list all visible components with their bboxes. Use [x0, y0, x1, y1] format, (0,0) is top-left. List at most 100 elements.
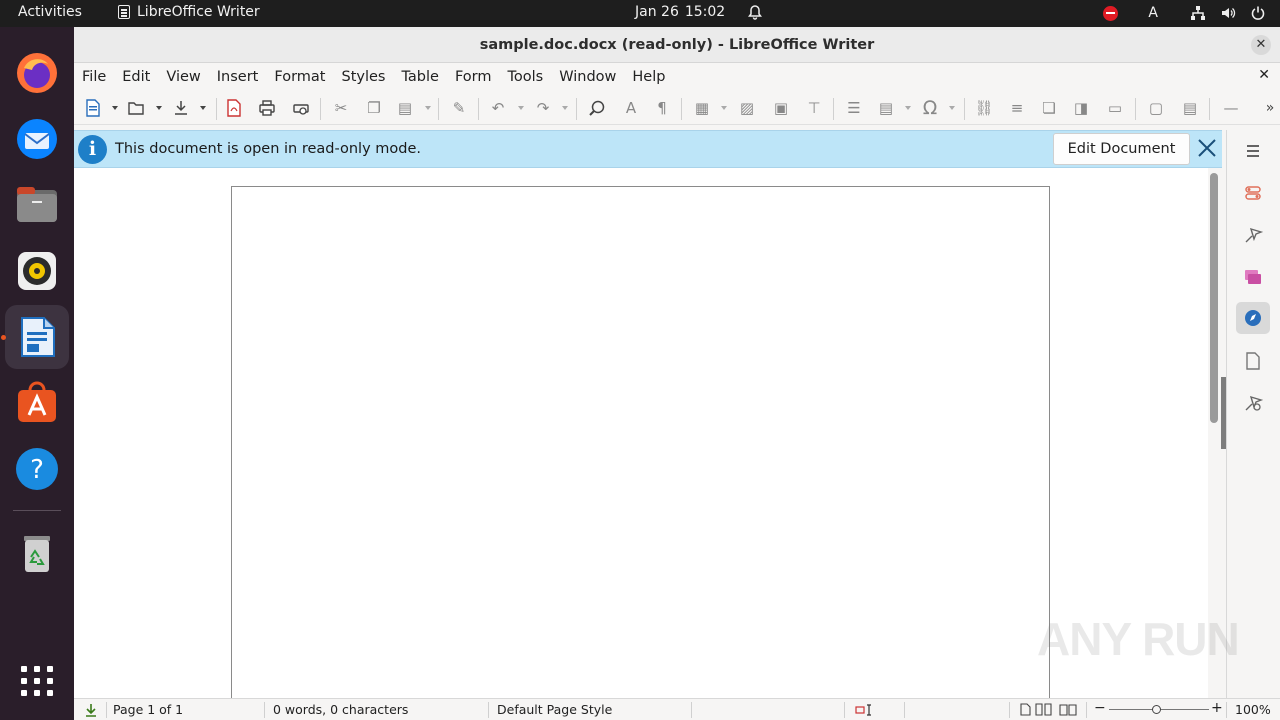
- cross-reference-icon[interactable]: ▭: [1105, 98, 1125, 118]
- sidebar-menu-icon[interactable]: [1240, 138, 1266, 164]
- volume-icon[interactable]: [1220, 5, 1236, 21]
- menu-help[interactable]: Help: [632, 69, 665, 85]
- print-preview-icon[interactable]: [291, 98, 311, 118]
- dock-trash[interactable]: [5, 521, 69, 585]
- zoom-in-button[interactable]: +: [1211, 700, 1223, 716]
- single-page-view-icon[interactable]: [1019, 703, 1031, 716]
- cut-icon[interactable]: ✂: [331, 98, 351, 118]
- insert-chart-icon[interactable]: ▣: [771, 98, 791, 118]
- word-count[interactable]: 0 words, 0 characters: [273, 702, 408, 717]
- watermark: ANY RUN: [1037, 613, 1240, 665]
- horizontal-line-icon[interactable]: —: [1221, 98, 1241, 118]
- dock-rhythmbox[interactable]: [5, 239, 69, 303]
- insert-table-icon[interactable]: ▦: [692, 98, 712, 118]
- field-dropdown-arrow[interactable]: [905, 106, 911, 110]
- find-replace-icon[interactable]: [587, 98, 607, 118]
- clone-formatting-icon[interactable]: ✎: [449, 98, 469, 118]
- new-document-icon[interactable]: [83, 98, 103, 118]
- toolbar-overflow-icon[interactable]: »: [1260, 98, 1280, 118]
- input-method-indicator[interactable]: A: [1148, 5, 1158, 21]
- open-dropdown-arrow[interactable]: [156, 106, 162, 110]
- footnote-icon[interactable]: ≡: [1007, 98, 1027, 118]
- undo-dropdown-arrow[interactable]: [518, 106, 524, 110]
- clock[interactable]: Jan 26 15:02: [635, 4, 763, 20]
- network-icon[interactable]: [1190, 5, 1206, 21]
- vertical-scrollbar[interactable]: [1210, 173, 1218, 423]
- zoom-slider-handle[interactable]: [1152, 705, 1161, 714]
- dock: ?: [0, 27, 74, 720]
- dock-app-center[interactable]: [5, 371, 69, 435]
- page-style[interactable]: Default Page Style: [497, 702, 612, 717]
- navigator-button[interactable]: [1236, 302, 1270, 334]
- insert-image-icon[interactable]: ▨: [737, 98, 757, 118]
- title-bar: sample.doc.docx (read-only) - LibreOffic…: [74, 27, 1280, 63]
- edit-document-button[interactable]: Edit Document: [1053, 133, 1190, 165]
- dock-help[interactable]: ?: [5, 437, 69, 501]
- formatting-marks-icon[interactable]: ¶: [652, 98, 672, 118]
- menu-edit[interactable]: Edit: [122, 69, 150, 85]
- redo-dropdown-arrow[interactable]: [562, 106, 568, 110]
- paste-dropdown-arrow[interactable]: [425, 106, 431, 110]
- menu-file[interactable]: File: [82, 69, 106, 85]
- page-icon[interactable]: [1240, 348, 1266, 374]
- menu-tools[interactable]: Tools: [508, 69, 544, 85]
- copy-icon[interactable]: ❐: [364, 98, 384, 118]
- multi-page-view-icon[interactable]: [1035, 703, 1053, 716]
- close-infobar-icon[interactable]: [1195, 136, 1219, 160]
- insert-field-icon[interactable]: ▤: [876, 98, 896, 118]
- book-view-icon[interactable]: [1059, 703, 1077, 716]
- dock-thunderbird[interactable]: [5, 107, 69, 171]
- special-character-icon[interactable]: Ω: [920, 97, 940, 119]
- dock-firefox[interactable]: [5, 41, 69, 105]
- selection-mode-icon[interactable]: [855, 704, 877, 716]
- toolbar-separator: [1135, 98, 1136, 120]
- close-document-button[interactable]: ✕: [1258, 67, 1270, 83]
- insert-text-box-icon[interactable]: ⊤: [804, 98, 824, 118]
- save-dropdown-arrow[interactable]: [200, 106, 206, 110]
- window-close-button[interactable]: ✕: [1251, 35, 1271, 55]
- save-icon[interactable]: [171, 98, 191, 118]
- navigator-icon: [1245, 310, 1261, 326]
- zoom-level[interactable]: 100%: [1235, 702, 1271, 717]
- menu-insert[interactable]: Insert: [217, 69, 259, 85]
- menu-view[interactable]: View: [166, 69, 200, 85]
- undo-icon[interactable]: ↶: [488, 98, 508, 118]
- menu-table[interactable]: Table: [401, 69, 439, 85]
- export-pdf-icon[interactable]: [224, 98, 244, 118]
- activities-button[interactable]: Activities: [18, 4, 82, 20]
- track-changes-icon[interactable]: ▤: [1180, 98, 1200, 118]
- insert-page-break-icon[interactable]: ☰: [844, 98, 864, 118]
- dock-libreoffice-writer[interactable]: [5, 305, 69, 369]
- paste-icon[interactable]: ▤: [395, 98, 415, 118]
- endnote-icon[interactable]: ❏: [1039, 98, 1059, 118]
- properties-icon[interactable]: [1240, 180, 1266, 206]
- menu-form[interactable]: Form: [455, 69, 492, 85]
- table-dropdown-arrow[interactable]: [721, 106, 727, 110]
- hyperlink-icon[interactable]: ⛓: [974, 98, 994, 118]
- redo-icon[interactable]: ↷: [533, 98, 553, 118]
- special-character-dropdown-arrow[interactable]: [949, 106, 955, 110]
- do-not-disturb-icon[interactable]: [1103, 5, 1119, 21]
- comment-icon[interactable]: ▢: [1146, 98, 1166, 118]
- spelling-icon[interactable]: A: [621, 98, 641, 118]
- new-dropdown-arrow[interactable]: [112, 106, 118, 110]
- power-icon[interactable]: [1250, 5, 1266, 21]
- bookmark-icon[interactable]: ◨: [1071, 98, 1091, 118]
- style-inspector-icon[interactable]: [1240, 390, 1266, 416]
- open-folder-icon[interactable]: [126, 98, 146, 118]
- styles-icon[interactable]: [1240, 222, 1266, 248]
- system-tray[interactable]: A: [1103, 3, 1266, 23]
- document-page[interactable]: [231, 186, 1050, 698]
- zoom-out-button[interactable]: −: [1094, 700, 1106, 716]
- menu-format[interactable]: Format: [274, 69, 325, 85]
- clock-time: 15:02: [684, 4, 726, 20]
- menu-styles[interactable]: Styles: [341, 69, 385, 85]
- status-separator: [691, 702, 692, 718]
- dock-files[interactable]: [5, 173, 69, 237]
- menu-window[interactable]: Window: [559, 69, 616, 85]
- gallery-icon[interactable]: [1240, 264, 1266, 290]
- print-icon[interactable]: [257, 98, 277, 118]
- app-menu[interactable]: LibreOffice Writer: [118, 4, 260, 20]
- page-count[interactable]: Page 1 of 1: [113, 702, 183, 717]
- show-applications-button[interactable]: [5, 649, 69, 713]
